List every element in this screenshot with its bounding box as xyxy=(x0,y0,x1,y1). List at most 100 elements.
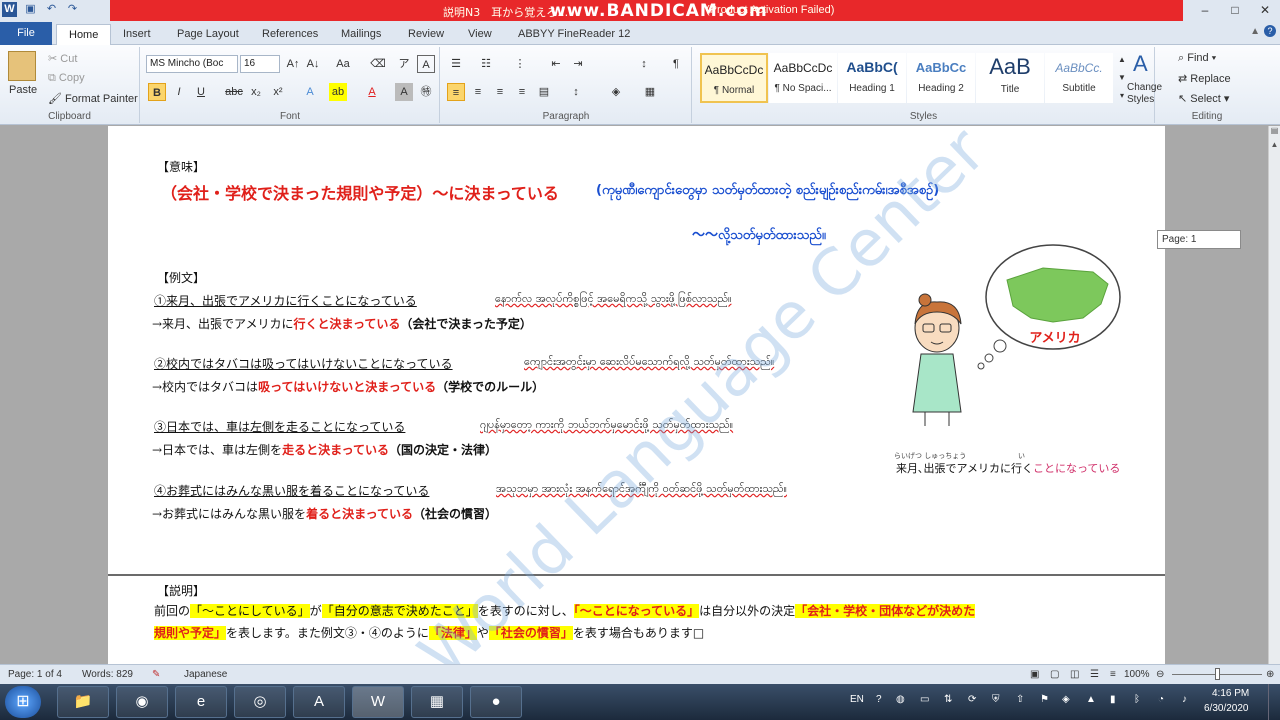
align-left-icon[interactable]: ≡ xyxy=(447,83,465,101)
photo-viewer-icon[interactable]: ▦ xyxy=(411,686,463,718)
ruler-toggle-icon[interactable]: ▤ xyxy=(1269,126,1280,140)
tray-device-icon[interactable]: ▭ xyxy=(920,694,929,705)
clock-time[interactable]: 4:16 PM xyxy=(1212,688,1249,699)
strikethrough-icon[interactable]: abc xyxy=(225,83,243,101)
font-size-dropdown[interactable]: 16 xyxy=(240,55,280,73)
tab-insert[interactable]: Insert xyxy=(123,24,151,45)
copy-button[interactable]: ⧉ Copy xyxy=(48,72,85,85)
highlight-icon[interactable]: ab xyxy=(329,83,347,101)
select-button[interactable]: ↖ Select ▾ xyxy=(1178,92,1229,105)
redo-icon[interactable]: ↷ xyxy=(65,2,80,17)
justify-icon[interactable]: ≡ xyxy=(513,83,531,101)
ribbon-minimize-icon[interactable]: ▲ xyxy=(1250,26,1260,37)
input-language[interactable]: EN xyxy=(850,694,864,705)
firefox-icon[interactable]: ◉ xyxy=(116,686,168,718)
tab-review[interactable]: Review xyxy=(408,24,444,45)
tab-mailings[interactable]: Mailings xyxy=(341,24,381,45)
clear-format-icon[interactable]: ⌫ xyxy=(369,55,387,73)
borders-icon[interactable]: ▦ xyxy=(641,83,659,101)
help-icon[interactable]: ? xyxy=(1264,25,1276,37)
chrome-icon[interactable]: ◎ xyxy=(234,686,286,718)
style-heading-1[interactable]: AaBbC( Heading 1 xyxy=(838,53,906,103)
view-draft-icon[interactable]: ≡ xyxy=(1110,669,1116,680)
view-full-screen-icon[interactable]: ▢ xyxy=(1050,669,1059,680)
vertical-scrollbar[interactable]: ▤ ▲ xyxy=(1268,126,1280,664)
phonetic-guide-icon[interactable]: ア xyxy=(395,55,413,73)
tab-abbyy[interactable]: ABBYY FineReader 12 xyxy=(518,24,630,45)
tray-shield-icon[interactable]: ⛨ xyxy=(992,694,1000,705)
clock-date[interactable]: 6/30/2020 xyxy=(1204,703,1249,714)
align-center-icon[interactable]: ≡ xyxy=(469,83,487,101)
line-spacing-icon[interactable]: ↕ xyxy=(567,83,585,101)
word-app-icon[interactable]: W xyxy=(2,2,17,17)
grow-font-icon[interactable]: A↑ xyxy=(284,55,302,73)
change-styles-icon[interactable]: A xyxy=(1133,51,1148,77)
find-button[interactable]: ⌕ Find ▾ xyxy=(1178,52,1216,65)
enclose-characters-icon[interactable]: ㊕ xyxy=(417,83,435,101)
shading-icon[interactable]: ◈ xyxy=(607,83,625,101)
wifi-icon[interactable]: ◔ xyxy=(1158,694,1164,705)
align-right-icon[interactable]: ≡ xyxy=(491,83,509,101)
tab-references[interactable]: References xyxy=(262,24,318,45)
start-button[interactable]: ⊞ xyxy=(5,686,41,718)
font-name-dropdown[interactable]: MS Mincho (Boc xyxy=(146,55,238,73)
show-desktop-button[interactable] xyxy=(1268,684,1280,720)
shrink-font-icon[interactable]: A↓ xyxy=(304,55,322,73)
tray-sync-icon[interactable]: ⟳ xyxy=(968,694,976,705)
document-workspace[interactable]: 【意味】 （会社・学校で決まった規則や予定）～に決まっている (ကုမ္ပဏီ၊… xyxy=(0,126,1268,664)
bold-icon[interactable]: B xyxy=(148,83,166,101)
italic-icon[interactable]: I xyxy=(170,83,188,101)
view-outline-icon[interactable]: ☰ xyxy=(1090,669,1099,680)
tab-page-layout[interactable]: Page Layout xyxy=(177,24,239,45)
view-print-layout-icon[interactable]: ▣ xyxy=(1030,669,1039,680)
format-painter-button[interactable]: 🖌 Format Painter xyxy=(48,92,138,105)
tab-view[interactable]: View xyxy=(468,24,492,45)
style-no-spacing[interactable]: AaBbCcDc ¶ No Spaci... xyxy=(769,53,837,103)
tab-home[interactable]: Home xyxy=(56,24,112,45)
sort-icon[interactable]: ↕ xyxy=(635,55,653,73)
bullets-icon[interactable]: ☰ xyxy=(447,55,465,73)
zoom-level[interactable]: 100% xyxy=(1124,669,1150,680)
paste-button[interactable]: Paste xyxy=(9,84,37,96)
tray-app-icon[interactable]: ◍ xyxy=(896,694,905,705)
style-normal[interactable]: AaBbCcDc ¶ Normal xyxy=(700,53,768,103)
cut-button[interactable]: ✂ Cut xyxy=(48,52,77,65)
paste-icon[interactable] xyxy=(8,51,36,81)
style-subtitle[interactable]: AaBbCc. Subtitle xyxy=(1045,53,1113,103)
styles-scroll-up-icon[interactable]: ▲ xyxy=(1113,51,1131,69)
internet-explorer-icon[interactable]: e xyxy=(175,686,227,718)
word-count[interactable]: Words: 829 xyxy=(82,669,133,680)
font-color-icon[interactable]: A xyxy=(363,83,381,101)
tray-flag-icon[interactable]: ⚑ xyxy=(1040,694,1049,705)
document-page-2[interactable]: 【説明】 前回の「～ことにしている」が「自分の意志で決めたこと」を表すのに対し、… xyxy=(108,576,1165,664)
text-effects-icon[interactable]: A xyxy=(301,83,319,101)
style-heading-2[interactable]: AaBbCc Heading 2 xyxy=(907,53,975,103)
zoom-out-icon[interactable]: ⊖ xyxy=(1156,669,1164,680)
decrease-indent-icon[interactable]: ⇤ xyxy=(547,55,565,73)
replace-button[interactable]: ⇄ Replace xyxy=(1178,72,1231,85)
document-page-1[interactable]: 【意味】 （会社・学校で決まった規則や予定）～に決まっている (ကုမ္ပဏီ၊… xyxy=(108,126,1165,576)
numbering-icon[interactable]: ☷ xyxy=(477,55,495,73)
character-shading-icon[interactable]: A xyxy=(395,83,413,101)
maximize-button[interactable]: □ xyxy=(1220,0,1250,20)
tray-upload-icon[interactable]: ⇧ xyxy=(1016,694,1024,705)
acrobat-icon[interactable]: A xyxy=(293,686,345,718)
language-status[interactable]: Japanese xyxy=(184,669,227,680)
tray-security-icon[interactable]: ◈ xyxy=(1062,694,1070,705)
show-marks-icon[interactable]: ¶ xyxy=(667,55,685,73)
zoom-in-icon[interactable]: ⊕ xyxy=(1266,669,1274,680)
proofing-icon[interactable]: ✎ xyxy=(152,669,160,680)
character-border-icon[interactable]: A xyxy=(417,55,435,73)
view-web-layout-icon[interactable]: ◫ xyxy=(1070,669,1079,680)
subscript-icon[interactable]: x₂ xyxy=(247,83,265,101)
tab-file[interactable]: File xyxy=(0,22,52,45)
page-count[interactable]: Page: 1 of 4 xyxy=(8,669,62,680)
volume-icon[interactable]: ♪ xyxy=(1182,694,1187,705)
underline-icon[interactable]: U xyxy=(192,83,210,101)
increase-indent-icon[interactable]: ⇥ xyxy=(569,55,587,73)
file-explorer-icon[interactable]: 📁 xyxy=(57,686,109,718)
style-title[interactable]: AaB Title xyxy=(976,53,1044,103)
change-styles-button[interactable]: Change Styles xyxy=(1127,82,1169,106)
zoom-slider-handle[interactable] xyxy=(1215,668,1220,680)
superscript-icon[interactable]: x² xyxy=(269,83,287,101)
